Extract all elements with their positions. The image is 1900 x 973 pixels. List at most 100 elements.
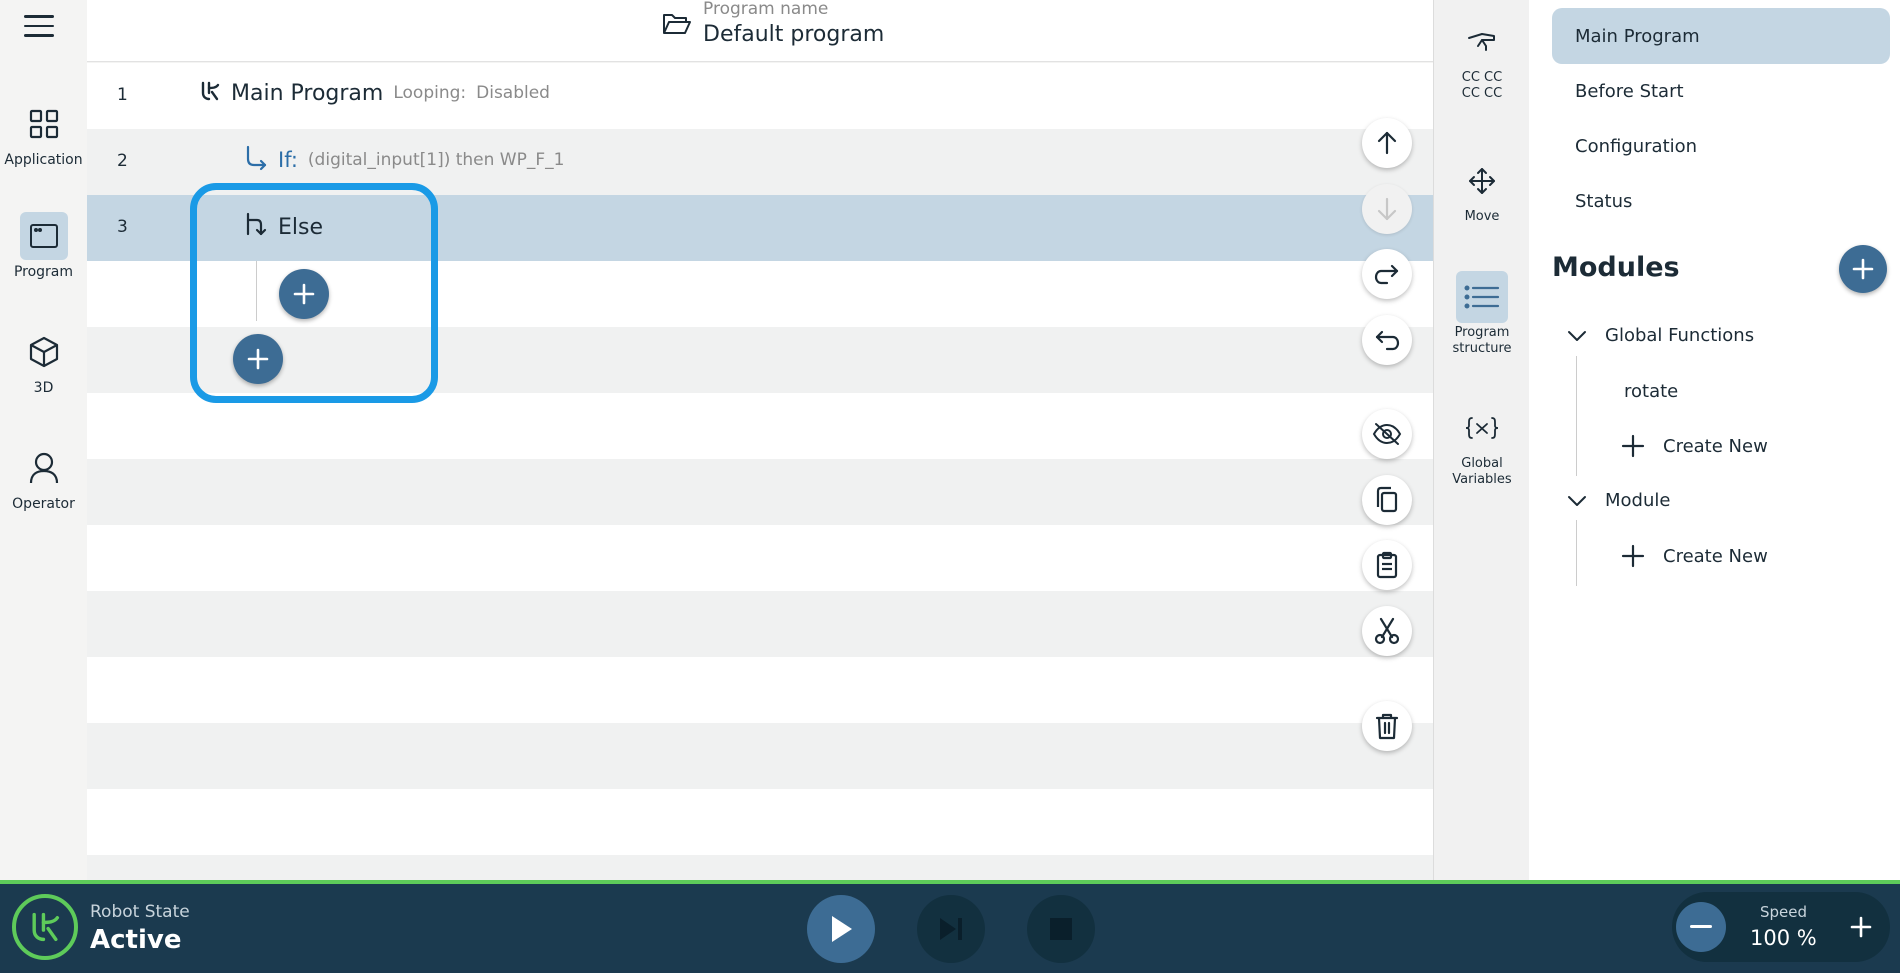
tree-connector-line xyxy=(256,261,257,321)
add-node-inside-else-button[interactable] xyxy=(279,269,329,319)
else-title: Else xyxy=(278,214,324,240)
program-name[interactable]: Default program xyxy=(703,22,884,47)
section-main-program[interactable]: Main Program xyxy=(1552,8,1890,64)
if-branch-icon xyxy=(244,145,268,175)
ur-logo-icon xyxy=(199,80,221,106)
arrow-down-icon xyxy=(1377,197,1397,221)
move-down-button[interactable] xyxy=(1362,184,1412,234)
robot-state-label: Robot State xyxy=(90,902,190,922)
play-icon xyxy=(832,916,852,942)
nav-program[interactable]: Program xyxy=(0,212,87,280)
program-window-icon xyxy=(19,212,68,260)
person-icon xyxy=(20,444,68,492)
sidebar-item-global-variables[interactable]: Global Variables xyxy=(1434,402,1530,488)
looping-label: Looping: xyxy=(393,83,467,103)
minus-icon xyxy=(1690,925,1712,928)
folder-open-icon[interactable] xyxy=(662,11,692,41)
move-up-button[interactable] xyxy=(1362,118,1412,168)
cut-button[interactable] xyxy=(1362,606,1412,656)
speed-value: 100 % xyxy=(1750,926,1817,950)
group-global-functions-label: Global Functions xyxy=(1605,325,1755,346)
group-global-functions[interactable]: Global Functions xyxy=(1567,325,1754,346)
program-row xyxy=(87,591,1433,657)
node-title: Main Program xyxy=(231,80,384,106)
grid-icon xyxy=(20,100,68,148)
sidebar-item-program-structure-label-2: structure xyxy=(1452,341,1512,356)
modules-heading: Modules xyxy=(1552,252,1680,283)
speed-increase-button[interactable] xyxy=(1836,902,1886,952)
program-name-label: Program name xyxy=(703,0,829,19)
cube-icon xyxy=(20,328,68,376)
chevron-down-icon xyxy=(1568,495,1586,506)
section-status[interactable]: Status xyxy=(1552,173,1890,229)
section-configuration[interactable]: Configuration xyxy=(1552,118,1890,174)
group-tree-line xyxy=(1576,356,1577,476)
if-condition: (digital_input[1]) then WP_F_1 xyxy=(307,150,565,170)
robot-state-value: Active xyxy=(90,925,182,955)
nav-application[interactable]: Application xyxy=(0,100,87,168)
ur-logo-icon xyxy=(12,894,78,960)
sidebar-item-global-variables-label-2: Variables xyxy=(1452,472,1512,487)
secondary-sidebar: CC CC CC CC Move Program structure Globa… xyxy=(1433,0,1529,880)
add-node-after-if-button[interactable] xyxy=(233,334,283,384)
program-row xyxy=(87,855,1433,880)
speed-label: Speed xyxy=(1760,903,1808,921)
section-before-start[interactable]: Before Start xyxy=(1552,63,1890,119)
function-rotate[interactable]: rotate xyxy=(1624,381,1678,402)
eye-off-icon xyxy=(1372,423,1402,445)
program-row xyxy=(87,327,1433,393)
program-row xyxy=(87,459,1433,525)
line-number: 2 xyxy=(117,151,128,171)
program-sections-panel: Main Program Before Start Configuration … xyxy=(1529,0,1900,880)
clipboard-icon xyxy=(1376,551,1398,579)
speed-decrease-button[interactable] xyxy=(1676,902,1726,952)
group-module[interactable]: Module xyxy=(1567,490,1670,511)
looping-value: Disabled xyxy=(476,83,550,103)
program-tree: 1 Main Program Looping: Disabled 2 If: (… xyxy=(87,63,1433,880)
list-icon xyxy=(1456,271,1508,323)
program-row xyxy=(87,525,1433,591)
step-button[interactable] xyxy=(917,895,985,963)
stop-button[interactable] xyxy=(1027,895,1095,963)
redo-button[interactable] xyxy=(1362,249,1412,299)
delete-button[interactable] xyxy=(1362,701,1412,751)
sidebar-item-global-variables-label-1: Global xyxy=(1461,456,1503,471)
create-new-function-button[interactable]: Create New xyxy=(1621,434,1768,458)
nav-3d[interactable]: 3D xyxy=(0,328,87,396)
speed-control: Speed 100 % xyxy=(1672,892,1890,962)
program-row xyxy=(87,723,1433,789)
plus-icon xyxy=(1621,434,1645,458)
nav-application-label: Application xyxy=(4,152,83,168)
variable-icon xyxy=(1456,402,1508,454)
redo-icon xyxy=(1374,264,1399,285)
sidebar-item-move[interactable]: Move xyxy=(1434,155,1530,225)
bottom-status-bar: Robot State Active Speed 100 % xyxy=(0,880,1900,973)
paste-button[interactable] xyxy=(1362,540,1412,590)
undo-button[interactable] xyxy=(1362,315,1412,365)
left-navigation: Application Program 3D Operator xyxy=(0,0,87,880)
program-row[interactable]: 2 If: (digital_input[1]) then WP_F_1 xyxy=(87,129,1433,195)
hamburger-menu-icon[interactable] xyxy=(24,15,54,39)
arrow-up-icon xyxy=(1377,131,1397,155)
sidebar-item-program-structure-label-1: Program xyxy=(1454,325,1510,340)
nav-operator-label: Operator xyxy=(12,496,75,512)
sidebar-item-gripper[interactable]: CC CC CC CC xyxy=(1434,16,1530,102)
copy-button[interactable] xyxy=(1362,475,1412,525)
hide-node-button[interactable] xyxy=(1362,409,1412,459)
create-new-module-button[interactable]: Create New xyxy=(1621,544,1768,568)
line-number: 3 xyxy=(117,217,128,237)
sidebar-item-program-structure[interactable]: Program structure xyxy=(1434,271,1530,357)
plus-icon xyxy=(1850,916,1872,938)
nav-operator[interactable]: Operator xyxy=(0,444,87,512)
create-new-label: Create New xyxy=(1663,545,1768,567)
program-row[interactable]: 3 Else xyxy=(87,195,1433,261)
skip-forward-icon xyxy=(940,918,962,940)
scissors-icon xyxy=(1374,617,1400,645)
add-module-button[interactable] xyxy=(1839,245,1887,293)
program-row xyxy=(87,657,1433,723)
program-row[interactable]: 1 Main Program Looping: Disabled xyxy=(87,63,1433,129)
copy-icon xyxy=(1376,486,1398,513)
function-rotate-label: rotate xyxy=(1624,381,1679,402)
if-keyword: If: xyxy=(278,148,298,172)
play-button[interactable] xyxy=(807,895,875,963)
